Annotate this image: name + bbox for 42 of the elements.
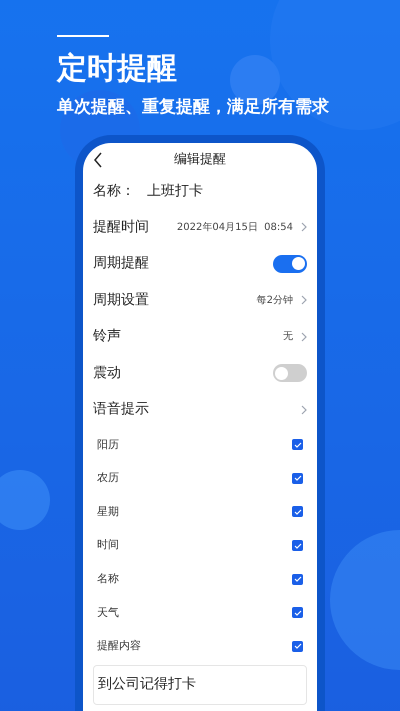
setting-row[interactable]: 震动 xyxy=(93,355,307,392)
setting-value: 2022年04月15日 08:54 xyxy=(176,220,293,235)
checkbox[interactable] xyxy=(292,506,303,518)
setting-value: 无 xyxy=(283,330,293,344)
setting-value: 每2分钟 xyxy=(256,294,293,308)
setting-label: 周期设置 xyxy=(93,290,149,310)
toggle-switch[interactable] xyxy=(273,364,307,382)
voice-item-label: 时间 xyxy=(97,537,119,554)
chevron-right-icon xyxy=(301,404,307,415)
promo-title: 定时提醒 xyxy=(57,50,178,88)
setting-label: 周期提醒 xyxy=(93,254,149,274)
voice-item-label: 提醒内容 xyxy=(97,638,141,654)
voice-item-label: 天气 xyxy=(97,604,119,621)
chevron-right-icon xyxy=(301,295,307,306)
screen-title: 编辑提醒 xyxy=(174,151,226,170)
checkbox[interactable] xyxy=(292,607,303,618)
checkbox[interactable] xyxy=(292,439,303,450)
checkbox[interactable] xyxy=(292,472,303,484)
name-value: 上班打卡 xyxy=(147,182,203,200)
setting-label: 提醒时间 xyxy=(93,218,149,237)
promo-subtitle: 单次提醒、重复提醒，满足所有需求 xyxy=(57,96,330,119)
checkbox[interactable] xyxy=(292,574,303,585)
voice-item-label: 农历 xyxy=(97,470,119,486)
voice-item-label: 星期 xyxy=(97,504,119,520)
toggle-switch[interactable] xyxy=(273,254,307,273)
chevron-right-icon xyxy=(301,332,307,342)
voice-item-label: 名称 xyxy=(97,570,119,587)
voice-item-label: 阳历 xyxy=(97,436,119,453)
checkbox[interactable] xyxy=(292,540,303,552)
setting-row[interactable]: 周期设置 每2分钟 xyxy=(93,282,307,318)
setting-row[interactable]: 铃声 无 xyxy=(93,318,307,355)
setting-row[interactable]: 语音提示 xyxy=(93,392,307,428)
setting-row[interactable]: 提醒时间 2022年04月15日 08:54 xyxy=(93,209,307,246)
name-label: 名称： xyxy=(93,182,135,200)
chevron-right-icon xyxy=(301,222,307,232)
setting-label: 震动 xyxy=(93,364,121,383)
checkbox[interactable] xyxy=(292,640,303,652)
setting-label: 语音提示 xyxy=(93,400,149,420)
setting-label: 铃声 xyxy=(93,327,121,346)
back-icon[interactable] xyxy=(93,152,103,168)
setting-row[interactable]: 周期提醒 xyxy=(93,246,307,282)
content-field[interactable]: 到公司记得打卡 xyxy=(93,665,307,706)
